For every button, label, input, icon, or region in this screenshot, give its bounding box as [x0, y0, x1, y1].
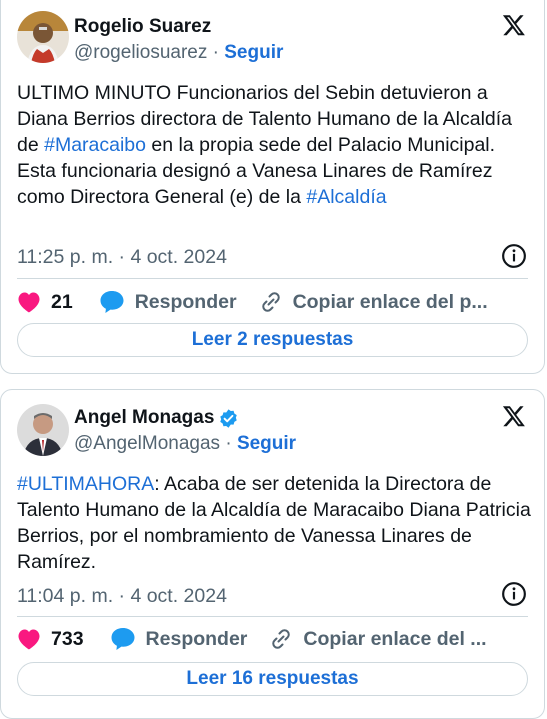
read-replies-button[interactable]: Leer 2 respuestas — [17, 323, 528, 357]
reply-label: Responder — [134, 290, 237, 313]
hashtag-link[interactable]: #ULTIMAHORA — [17, 473, 154, 495]
link-icon — [272, 629, 291, 649]
tweet-text: ULTIMO MINUTO Funcionarios del Sebin det… — [17, 80, 532, 210]
separator: · — [225, 433, 232, 454]
copy-link-label: Copiar enlace del ... — [303, 627, 487, 650]
info-icon[interactable] — [501, 243, 527, 269]
verified-badge-icon — [220, 408, 238, 428]
avatar[interactable] — [17, 404, 69, 456]
follow-button[interactable]: Seguir — [224, 42, 283, 63]
handle-line: @rogeliosuarez · Seguir — [74, 42, 283, 64]
read-replies-label: Leer 16 respuestas — [186, 668, 359, 689]
reply-button[interactable]: Responder — [110, 627, 248, 651]
info-icon[interactable] — [501, 581, 527, 607]
x-logo-icon[interactable] — [501, 13, 527, 37]
reply-label: Responder — [145, 627, 248, 650]
like-button[interactable]: 21 — [17, 291, 73, 314]
copy-link-label: Copiar enlace del p... — [292, 290, 488, 313]
author-name-text[interactable]: Angel Monagas — [74, 407, 214, 429]
like-count: 21 — [51, 290, 73, 313]
tweet-card: Rogelio Suarez @rogeliosuarez · Seguir U… — [0, 0, 545, 374]
tweet-text: #ULTIMAHORA: Acaba de ser detenida la Di… — [17, 471, 532, 575]
author-handle[interactable]: @rogeliosuarez — [74, 42, 207, 63]
hashtag-link[interactable]: #Maracaibo — [44, 134, 146, 156]
avatar[interactable] — [17, 11, 69, 63]
heart-icon — [18, 292, 40, 313]
read-replies-label: Leer 2 respuestas — [191, 329, 354, 350]
heart-icon — [18, 629, 40, 650]
divider — [17, 616, 528, 617]
copy-link-button[interactable]: Copiar enlace del ... — [269, 627, 487, 651]
author-name-text[interactable]: Rogelio Suarez — [74, 16, 211, 38]
x-logo-icon[interactable] — [501, 404, 527, 428]
reply-button[interactable]: Responder — [99, 290, 237, 314]
tweet-card: Angel Monagas @AngelMonagas · Seguir #UL… — [0, 389, 545, 719]
separator: · — [212, 42, 219, 63]
hashtag-link[interactable]: #Alcaldía — [306, 186, 386, 208]
timestamp[interactable]: 11:04 p. m. · 4 oct. 2024 — [17, 585, 227, 608]
author-name[interactable]: Angel Monagas — [74, 407, 239, 429]
divider — [17, 278, 528, 279]
like-count: 733 — [51, 627, 84, 650]
action-bar: 733 Responder Copiar enlace del ... — [17, 625, 526, 653]
reply-bubble-icon — [100, 291, 124, 313]
like-button[interactable]: 733 — [17, 628, 84, 651]
timestamp[interactable]: 11:25 p. m. · 4 oct. 2024 — [17, 246, 227, 269]
action-bar: 21 Responder Copiar enlace del p... — [17, 288, 526, 316]
copy-link-button[interactable]: Copiar enlace del p... — [259, 290, 488, 314]
link-icon — [261, 292, 280, 312]
reply-bubble-icon — [111, 628, 135, 650]
author-handle[interactable]: @AngelMonagas — [74, 433, 220, 454]
author-name[interactable]: Rogelio Suarez — [74, 16, 211, 38]
follow-button[interactable]: Seguir — [237, 433, 296, 454]
read-replies-button[interactable]: Leer 16 respuestas — [17, 662, 528, 696]
handle-line: @AngelMonagas · Seguir — [74, 433, 296, 455]
